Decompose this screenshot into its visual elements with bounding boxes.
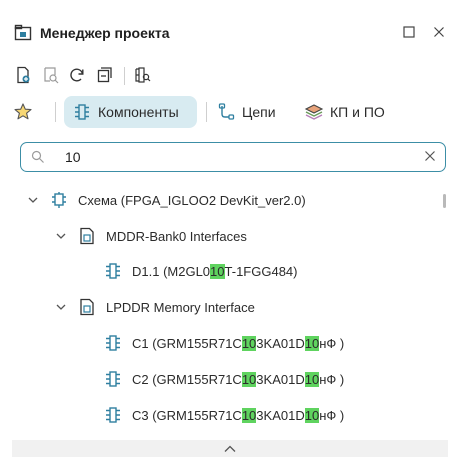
tree-component-item[interactable]: C1 (GRM155R71C 10 3KA01D 10 нФ ) [104, 332, 344, 354]
search-match-highlight: 10 [304, 407, 320, 423]
component-icon [72, 102, 92, 122]
item-text-mid: 3KA01D [256, 335, 305, 351]
maximize-button[interactable] [400, 23, 418, 41]
item-text-mid: 3KA01D [256, 407, 305, 423]
component-icon [104, 262, 122, 280]
project-manager-panel: Менеджер проекта Компоненты Цепи КП и ПО… [0, 0, 450, 457]
star-icon [14, 103, 32, 120]
net-icon [216, 102, 236, 122]
search-box[interactable]: 10 [20, 142, 446, 172]
tree-group-node[interactable]: LPDDR Memory Interface [54, 296, 255, 318]
refresh-button[interactable] [66, 64, 88, 86]
find-component-button[interactable] [131, 64, 153, 86]
clear-icon [425, 151, 435, 161]
component-icon [104, 334, 122, 352]
panel-title: Менеджер проекта [40, 25, 170, 41]
tab-nets[interactable]: Цепи [216, 96, 286, 128]
sheet-icon [78, 298, 96, 316]
add-file-button[interactable] [12, 64, 34, 86]
search-input[interactable]: 10 [65, 149, 81, 166]
schematic-icon [50, 191, 68, 209]
vertical-scrollbar[interactable] [443, 194, 446, 208]
chevron-up-icon [224, 445, 236, 452]
tab-components-label: Компоненты [98, 104, 179, 120]
search-match-highlight: 10 [241, 335, 257, 351]
tab-pads-label: КП и ПО [330, 104, 385, 120]
tree-group-node[interactable]: MDDR-Bank0 Interfaces [54, 225, 247, 247]
maximize-icon [403, 26, 415, 38]
tree-component-item[interactable]: C2 (GRM155R71C 10 3KA01D 10 нФ ) [104, 368, 344, 390]
view-tabs: Компоненты Цепи КП и ПО [0, 96, 450, 130]
close-icon [434, 27, 444, 37]
chevron-down-icon[interactable] [54, 229, 68, 243]
component-tree: Схема (FPGA_IGLOO2 DevKit_ver2.0) MDDR-B… [0, 182, 450, 440]
item-text-pre: C2 (GRM155R71C [132, 371, 242, 387]
component-icon [104, 370, 122, 388]
add-file-icon [17, 66, 30, 84]
item-text-post: нФ ) [319, 335, 345, 351]
search-match-highlight: 10 [210, 263, 225, 279]
item-text-post: нФ ) [319, 407, 345, 423]
chevron-down-icon[interactable] [26, 193, 40, 207]
zoom-fit-icon [44, 67, 59, 84]
tab-nets-label: Цепи [242, 104, 276, 120]
collapse-all-icon [97, 67, 112, 83]
tab-pads[interactable]: КП и ПО [304, 96, 400, 128]
tree-group-label: LPDDR Memory Interface [106, 299, 255, 315]
search-match-highlight: 10 [241, 407, 257, 423]
pads-icon [304, 102, 324, 122]
zoom-fit-button[interactable] [40, 64, 62, 86]
tree-root-label: Схема (FPGA_IGLOO2 DevKit_ver2.0) [78, 192, 306, 208]
project-manager-icon [14, 24, 32, 42]
item-text-pre: C3 (GRM155R71C [132, 407, 242, 423]
tab-separator [55, 102, 56, 122]
tree-root-node[interactable]: Схема (FPGA_IGLOO2 DevKit_ver2.0) [26, 189, 306, 211]
tab-components[interactable]: Компоненты [64, 96, 197, 128]
search-icon [31, 150, 45, 164]
refresh-icon [70, 68, 84, 82]
clear-search-button[interactable] [423, 149, 437, 163]
scroll-up-bar[interactable] [12, 440, 448, 457]
search-match-highlight: 10 [241, 371, 257, 387]
tree-group-label: MDDR-Bank0 Interfaces [106, 228, 247, 244]
collapse-all-button[interactable] [94, 64, 116, 86]
search-match-highlight: 10 [304, 335, 320, 351]
toolbar-separator [124, 67, 125, 85]
chevron-down-icon[interactable] [54, 300, 68, 314]
favorites-button[interactable] [12, 101, 34, 123]
find-component-icon [135, 67, 151, 83]
item-text-post: нФ ) [319, 371, 345, 387]
toolbar [0, 64, 450, 88]
tree-component-item[interactable]: C3 (GRM155R71C 10 3KA01D 10 нФ ) [104, 404, 344, 426]
item-text-pre: C1 (GRM155R71C [132, 335, 242, 351]
sheet-icon [78, 227, 96, 245]
tab-separator [206, 102, 207, 122]
tree-component-item[interactable]: D1.1 (M2GL0 10 T-1FGG484) [104, 260, 297, 282]
component-icon [104, 406, 122, 424]
item-text-mid: 3KA01D [256, 371, 305, 387]
item-text-post: T-1FGG484) [224, 263, 298, 279]
search-match-highlight: 10 [304, 371, 320, 387]
close-button[interactable] [430, 23, 448, 41]
item-text-pre: D1.1 (M2GL0 [132, 263, 211, 279]
panel-header: Менеджер проекта [0, 0, 450, 62]
